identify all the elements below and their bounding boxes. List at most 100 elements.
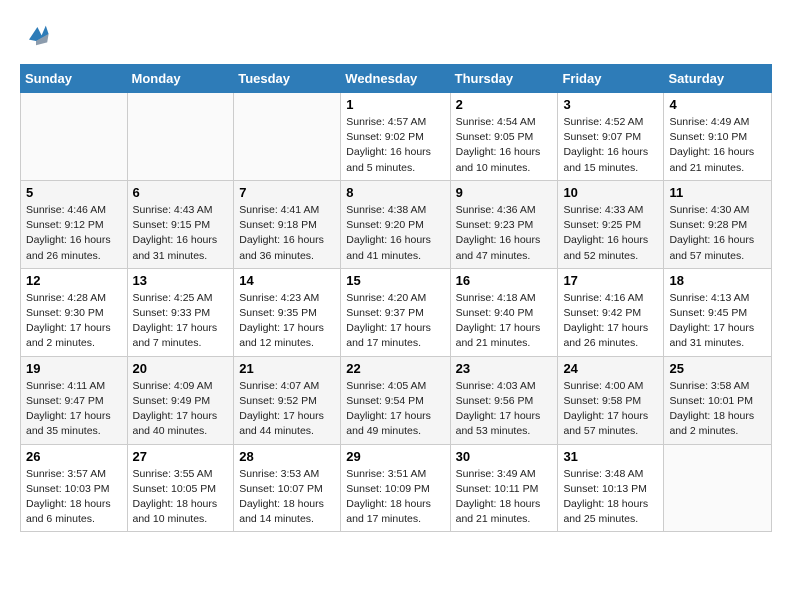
- day-info: Sunrise: 4:30 AM Sunset: 9:28 PM Dayligh…: [669, 203, 766, 264]
- calendar-cell: [127, 93, 234, 181]
- day-info: Sunrise: 4:18 AM Sunset: 9:40 PM Dayligh…: [456, 291, 553, 352]
- day-info: Sunrise: 4:49 AM Sunset: 9:10 PM Dayligh…: [669, 115, 766, 176]
- calendar-cell: 24 Sunrise: 4:00 AM Sunset: 9:58 PM Dayli…: [558, 356, 664, 444]
- day-number: 20: [133, 361, 229, 376]
- day-number: 25: [669, 361, 766, 376]
- calendar-cell: 13 Sunrise: 4:25 AM Sunset: 9:33 PM Dayli…: [127, 268, 234, 356]
- day-info: Sunrise: 3:57 AM Sunset: 10:03 PM Daylig…: [26, 467, 122, 528]
- day-info: Sunrise: 3:55 AM Sunset: 10:05 PM Daylig…: [133, 467, 229, 528]
- calendar-cell: 29Sunrise: 3:51 AM Sunset: 10:09 PM Dayl…: [341, 444, 450, 532]
- day-info: Sunrise: 3:48 AM Sunset: 10:13 PM Daylig…: [563, 467, 658, 528]
- day-number: 13: [133, 273, 229, 288]
- day-number: 22: [346, 361, 444, 376]
- day-number: 17: [563, 273, 658, 288]
- day-number: 19: [26, 361, 122, 376]
- calendar-cell: 23Sunrise: 4:03 AM Sunset: 9:56 PM Dayli…: [450, 356, 558, 444]
- calendar-cell: 19Sunrise: 4:11 AM Sunset: 9:47 PM Dayli…: [21, 356, 128, 444]
- day-info: Sunrise: 4:46 AM Sunset: 9:12 PM Dayligh…: [26, 203, 122, 264]
- calendar-week-3: 12 Sunrise: 4:28 AM Sunset: 9:30 PM Dayli…: [21, 268, 772, 356]
- calendar-header: SundayMondayTuesdayWednesdayThursdayFrid…: [21, 65, 772, 93]
- header-day-monday: Monday: [127, 65, 234, 93]
- day-info: Sunrise: 4:13 AM Sunset: 9:45 PM Dayligh…: [669, 291, 766, 352]
- header-day-saturday: Saturday: [664, 65, 772, 93]
- day-info: Sunrise: 4:20 AM Sunset: 9:37 PM Dayligh…: [346, 291, 444, 352]
- day-info: Sunrise: 4:16 AM Sunset: 9:42 PM Dayligh…: [563, 291, 658, 352]
- calendar-week-1: 1 Sunrise: 4:57 AM Sunset: 9:02 PM Daylig…: [21, 93, 772, 181]
- day-number: 6: [133, 185, 229, 200]
- day-number: 15: [346, 273, 444, 288]
- calendar-cell: 12 Sunrise: 4:28 AM Sunset: 9:30 PM Dayli…: [21, 268, 128, 356]
- calendar-cell: 3 Sunrise: 4:52 AM Sunset: 9:07 PM Daylig…: [558, 93, 664, 181]
- day-number: 29: [346, 449, 444, 464]
- header-day-wednesday: Wednesday: [341, 65, 450, 93]
- day-info: Sunrise: 4:41 AM Sunset: 9:18 PM Dayligh…: [239, 203, 335, 264]
- page-header: [20, 20, 772, 48]
- day-info: Sunrise: 4:38 AM Sunset: 9:20 PM Dayligh…: [346, 203, 444, 264]
- day-number: 3: [563, 97, 658, 112]
- day-info: Sunrise: 4:07 AM Sunset: 9:52 PM Dayligh…: [239, 379, 335, 440]
- day-number: 31: [563, 449, 658, 464]
- calendar-cell: 18Sunrise: 4:13 AM Sunset: 9:45 PM Dayli…: [664, 268, 772, 356]
- calendar-cell: 20 Sunrise: 4:09 AM Sunset: 9:49 PM Dayli…: [127, 356, 234, 444]
- calendar-cell: 30 Sunrise: 3:49 AM Sunset: 10:11 PM Dayl…: [450, 444, 558, 532]
- day-number: 5: [26, 185, 122, 200]
- day-number: 2: [456, 97, 553, 112]
- day-info: Sunrise: 4:00 AM Sunset: 9:58 PM Dayligh…: [563, 379, 658, 440]
- day-info: Sunrise: 3:49 AM Sunset: 10:11 PM Daylig…: [456, 467, 553, 528]
- day-info: Sunrise: 4:05 AM Sunset: 9:54 PM Dayligh…: [346, 379, 444, 440]
- day-info: Sunrise: 4:33 AM Sunset: 9:25 PM Dayligh…: [563, 203, 658, 264]
- calendar-cell: 11Sunrise: 4:30 AM Sunset: 9:28 PM Dayli…: [664, 180, 772, 268]
- calendar-cell: 22 Sunrise: 4:05 AM Sunset: 9:54 PM Dayli…: [341, 356, 450, 444]
- calendar-cell: 15 Sunrise: 4:20 AM Sunset: 9:37 PM Dayli…: [341, 268, 450, 356]
- calendar-week-2: 5 Sunrise: 4:46 AM Sunset: 9:12 PM Daylig…: [21, 180, 772, 268]
- calendar-cell: 8Sunrise: 4:38 AM Sunset: 9:20 PM Daylig…: [341, 180, 450, 268]
- day-number: 24: [563, 361, 658, 376]
- day-info: Sunrise: 3:53 AM Sunset: 10:07 PM Daylig…: [239, 467, 335, 528]
- calendar-cell: 5 Sunrise: 4:46 AM Sunset: 9:12 PM Daylig…: [21, 180, 128, 268]
- calendar-cell: 4 Sunrise: 4:49 AM Sunset: 9:10 PM Daylig…: [664, 93, 772, 181]
- day-number: 27: [133, 449, 229, 464]
- day-info: Sunrise: 4:57 AM Sunset: 9:02 PM Dayligh…: [346, 115, 444, 176]
- calendar-week-4: 19Sunrise: 4:11 AM Sunset: 9:47 PM Dayli…: [21, 356, 772, 444]
- day-info: Sunrise: 4:52 AM Sunset: 9:07 PM Dayligh…: [563, 115, 658, 176]
- calendar-cell: 6 Sunrise: 4:43 AM Sunset: 9:15 PM Daylig…: [127, 180, 234, 268]
- calendar-cell: 17 Sunrise: 4:16 AM Sunset: 9:42 PM Dayli…: [558, 268, 664, 356]
- calendar-cell: 25 Sunrise: 3:58 AM Sunset: 10:01 PM Dayl…: [664, 356, 772, 444]
- day-info: Sunrise: 4:09 AM Sunset: 9:49 PM Dayligh…: [133, 379, 229, 440]
- day-number: 14: [239, 273, 335, 288]
- calendar-table: SundayMondayTuesdayWednesdayThursdayFrid…: [20, 64, 772, 532]
- header-day-tuesday: Tuesday: [234, 65, 341, 93]
- calendar-cell: [234, 93, 341, 181]
- calendar-cell: [21, 93, 128, 181]
- calendar-cell: 2 Sunrise: 4:54 AM Sunset: 9:05 PM Daylig…: [450, 93, 558, 181]
- day-number: 30: [456, 449, 553, 464]
- calendar-cell: 27 Sunrise: 3:55 AM Sunset: 10:05 PM Dayl…: [127, 444, 234, 532]
- day-info: Sunrise: 4:28 AM Sunset: 9:30 PM Dayligh…: [26, 291, 122, 352]
- calendar-cell: 10 Sunrise: 4:33 AM Sunset: 9:25 PM Dayli…: [558, 180, 664, 268]
- day-number: 1: [346, 97, 444, 112]
- calendar-cell: 26 Sunrise: 3:57 AM Sunset: 10:03 PM Dayl…: [21, 444, 128, 532]
- calendar-week-5: 26 Sunrise: 3:57 AM Sunset: 10:03 PM Dayl…: [21, 444, 772, 532]
- day-number: 26: [26, 449, 122, 464]
- calendar-cell: 7 Sunrise: 4:41 AM Sunset: 9:18 PM Daylig…: [234, 180, 341, 268]
- day-info: Sunrise: 4:54 AM Sunset: 9:05 PM Dayligh…: [456, 115, 553, 176]
- day-info: Sunrise: 4:36 AM Sunset: 9:23 PM Dayligh…: [456, 203, 553, 264]
- calendar-cell: 9 Sunrise: 4:36 AM Sunset: 9:23 PM Daylig…: [450, 180, 558, 268]
- calendar-cell: 28Sunrise: 3:53 AM Sunset: 10:07 PM Dayl…: [234, 444, 341, 532]
- day-number: 4: [669, 97, 766, 112]
- day-number: 12: [26, 273, 122, 288]
- day-info: Sunrise: 3:58 AM Sunset: 10:01 PM Daylig…: [669, 379, 766, 440]
- day-number: 7: [239, 185, 335, 200]
- calendar-cell: 14Sunrise: 4:23 AM Sunset: 9:35 PM Dayli…: [234, 268, 341, 356]
- calendar-cell: 21Sunrise: 4:07 AM Sunset: 9:52 PM Dayli…: [234, 356, 341, 444]
- calendar-body: 1 Sunrise: 4:57 AM Sunset: 9:02 PM Daylig…: [21, 93, 772, 532]
- day-number: 9: [456, 185, 553, 200]
- header-row: SundayMondayTuesdayWednesdayThursdayFrid…: [21, 65, 772, 93]
- logo-bird-icon: [22, 20, 50, 48]
- day-info: Sunrise: 4:43 AM Sunset: 9:15 PM Dayligh…: [133, 203, 229, 264]
- day-info: Sunrise: 4:25 AM Sunset: 9:33 PM Dayligh…: [133, 291, 229, 352]
- header-day-sunday: Sunday: [21, 65, 128, 93]
- day-number: 10: [563, 185, 658, 200]
- header-day-thursday: Thursday: [450, 65, 558, 93]
- calendar-cell: [664, 444, 772, 532]
